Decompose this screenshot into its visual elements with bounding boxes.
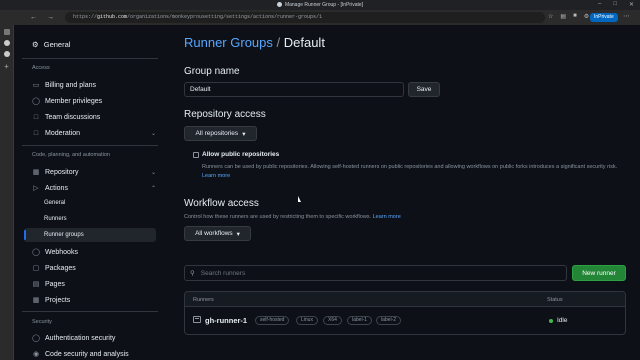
address-bar[interactable]: https://github.com/organizations/monkeyp… [65, 12, 545, 23]
browser-title-bar: Manage Runner Group - [InPrivate] – □ ✕ [0, 0, 640, 10]
tab-github-icon[interactable] [3, 40, 10, 46]
sidebar-item-member-privileges[interactable]: ◯ Member privileges [32, 95, 156, 107]
sidebar-item-webhooks[interactable]: ◯ Webhooks [32, 246, 156, 258]
collections-icon[interactable]: ▤ [560, 13, 566, 20]
shield-lock-icon: ◯ [32, 335, 40, 342]
runner-label: X64 [323, 316, 342, 325]
search-icon: ⚲ [190, 270, 195, 277]
github-page: ⚙ General Access ▭ Billing and plans ◯ M… [14, 25, 640, 360]
sidebar-item-moderation[interactable]: □ Moderation ⌄ [32, 127, 156, 139]
sidebar-divider [22, 311, 158, 312]
workflow-access-heading: Workflow access [184, 198, 259, 209]
tab-github-active-icon[interactable] [3, 51, 10, 57]
extensions-icon[interactable]: ■ [573, 13, 577, 20]
sidebar-active-indicator [24, 230, 26, 240]
sidebar-item-repository[interactable]: ▦ Repository ⌄ [32, 166, 156, 178]
status-idle-icon [549, 319, 553, 323]
learn-more-link[interactable]: Learn more [202, 173, 230, 179]
sidebar-item-billing[interactable]: ▭ Billing and plans [32, 79, 156, 91]
report-icon: □ [33, 129, 39, 137]
favorites-icon[interactable]: ☆ [548, 13, 553, 20]
maximize-icon[interactable]: □ [613, 1, 617, 8]
allow-public-repositories-label: Allow public repositories [202, 151, 280, 158]
column-header-status: Status [547, 297, 563, 303]
sidebar-divider [22, 58, 158, 59]
webhook-icon: ◯ [32, 249, 40, 256]
inprivate-badge[interactable]: InPrivate [590, 13, 618, 22]
gear-icon: ⚙ [32, 40, 39, 49]
runner-label: label-2 [376, 316, 402, 325]
tab-actions-icon[interactable] [3, 29, 10, 35]
sidebar-item-code-security[interactable]: ◉ Code security and analysis [32, 348, 156, 360]
settings-sidebar: ⚙ General Access ▭ Billing and plans ◯ M… [14, 25, 164, 360]
group-name-input[interactable]: Default [184, 82, 404, 97]
workflow-learn-more-link[interactable]: Learn more [373, 214, 401, 220]
chevron-down-icon: ⌄ [150, 169, 156, 176]
new-runner-button[interactable]: New runner [572, 265, 626, 281]
sidebar-subitem-general[interactable]: General [44, 200, 65, 206]
table-icon: ▦ [32, 297, 40, 304]
sidebar-subitem-runners[interactable]: Runners [44, 216, 67, 222]
workflow-access-description: Control how these runners are used by re… [184, 214, 401, 220]
forward-icon[interactable]: → [47, 14, 54, 21]
save-button[interactable]: Save [408, 82, 440, 97]
window-controls: – □ ✕ [598, 1, 634, 8]
search-runners-input[interactable]: ⚲ Search runners [184, 265, 567, 281]
person-icon: ◯ [32, 98, 40, 105]
allow-public-repositories-checkbox[interactable] [193, 152, 199, 158]
package-icon: ▢ [32, 265, 40, 272]
chevron-up-icon: ⌃ [150, 185, 156, 192]
comment-icon: □ [33, 113, 39, 121]
runner-label: Linux [296, 316, 318, 325]
runner-label: label-1 [347, 316, 373, 325]
minimize-icon[interactable]: – [598, 1, 601, 8]
workflow-access-select[interactable]: All workflows ▾ [184, 226, 251, 241]
back-icon[interactable]: ← [30, 14, 37, 21]
sidebar-item-pages[interactable]: ▤ Pages [32, 278, 156, 290]
runner-name[interactable]: gh-runner-1 [205, 316, 247, 325]
credit-card-icon: ▭ [32, 82, 40, 89]
sidebar-section-code: Code, planning, and automation [32, 152, 110, 158]
sidebar-section-security: Security [32, 319, 52, 325]
group-name-heading: Group name [184, 66, 240, 77]
runners-table-header: Runners Status [185, 292, 625, 307]
caret-down-icon: ▾ [236, 230, 240, 238]
browser-icon: ▤ [32, 281, 40, 288]
runners-table: Runners Status gh-runner-1 self-hosted L… [184, 291, 626, 335]
window-title: Manage Runner Group - [InPrivate] [0, 2, 640, 8]
runner-status: Idle [557, 317, 568, 324]
new-tab-icon[interactable]: + [0, 62, 13, 71]
sidebar-divider [22, 145, 158, 146]
server-icon [193, 316, 201, 323]
settings-icon[interactable]: ⚙ [584, 13, 589, 20]
sidebar-item-packages[interactable]: ▢ Packages [32, 262, 156, 274]
allow-public-description: Runners can be used by public repositori… [202, 164, 618, 179]
breadcrumb-runner-groups-link[interactable]: Runner Groups [184, 35, 273, 50]
vertical-tabs-strip: + [0, 25, 14, 360]
sidebar-subitem-runner-groups[interactable]: Runner groups [44, 232, 84, 238]
close-icon[interactable]: ✕ [629, 1, 634, 8]
repository-access-select[interactable]: All repositories ▾ [184, 126, 257, 141]
browser-toolbar: ← → https://github.com/organizations/mon… [0, 10, 640, 25]
page-title: Default [283, 35, 325, 50]
sidebar-item-authentication-security[interactable]: ◯ Authentication security [32, 332, 156, 344]
sidebar-section-access: Access [32, 65, 50, 71]
play-icon: ▷ [33, 185, 39, 192]
codescan-icon: ◉ [32, 351, 40, 358]
mouse-cursor-icon [298, 196, 301, 202]
column-header-runners: Runners [193, 297, 214, 303]
table-row[interactable]: gh-runner-1 self-hosted Linux X64 label-… [185, 307, 625, 335]
breadcrumb: Runner Groups / Default [184, 35, 325, 50]
chevron-down-icon: ⌄ [150, 130, 156, 137]
sidebar-item-projects[interactable]: ▦ Projects [32, 294, 156, 306]
sidebar-item-team-discussions[interactable]: □ Team discussions [32, 111, 156, 123]
repo-icon: ▦ [32, 169, 40, 176]
sidebar-item-general[interactable]: ⚙ General [32, 40, 70, 49]
repository-access-heading: Repository access [184, 109, 266, 120]
caret-down-icon: ▾ [242, 130, 246, 138]
sidebar-item-actions[interactable]: ▷ Actions ⌃ [32, 182, 156, 194]
runner-label: self-hosted [255, 316, 290, 325]
github-favicon-icon [276, 2, 282, 7]
more-icon[interactable]: ⋯ [623, 12, 630, 20]
